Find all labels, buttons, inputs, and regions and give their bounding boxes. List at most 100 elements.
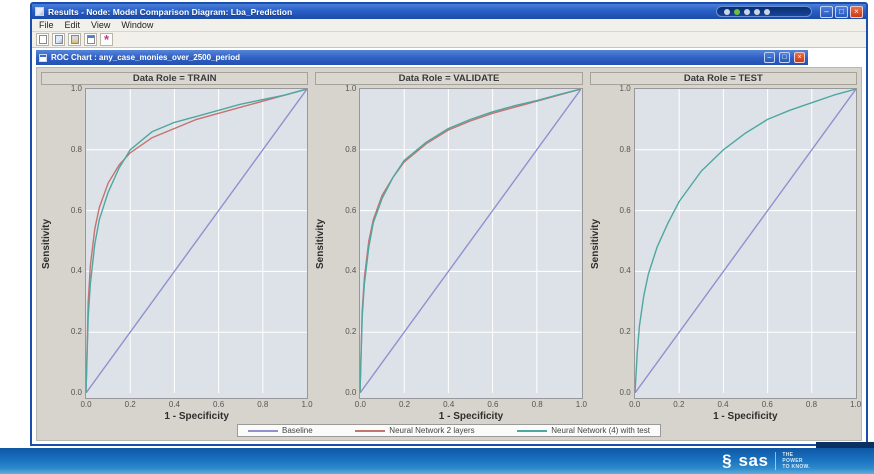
x-tick-label: 0.8 (532, 400, 543, 409)
x-tick-label: 0.0 (80, 400, 91, 409)
menu-bar: File Edit View Window (32, 19, 866, 32)
x-tick-label: 0.6 (762, 400, 773, 409)
y-tick-label: 0.8 (620, 145, 631, 154)
x-tick-label: 0.2 (399, 400, 410, 409)
panels-row: Data Role = TRAIN Sensitivity 0.00.20.40… (41, 72, 857, 419)
x-tick-label: 0.6 (487, 400, 498, 409)
y-tick-label: 0.0 (71, 388, 82, 397)
y-tick-label: 1.0 (620, 84, 631, 93)
recorder-record-button[interactable] (734, 9, 740, 15)
series-baseline (86, 89, 307, 393)
roc-chart-window-icon (39, 54, 47, 62)
plot-area-validate (359, 88, 582, 399)
legend: Baseline Neural Network 2 layers Neural … (237, 424, 661, 437)
title-bar[interactable]: Results - Node: Model Comparison Diagram… (32, 4, 866, 19)
y-tick-label: 0.2 (345, 327, 356, 336)
minimize-button[interactable]: – (820, 6, 833, 18)
x-axis-ticks: 0.00.20.40.60.81.0 (634, 399, 857, 410)
x-axis-label: 1 - Specificity (359, 410, 582, 424)
sas-tagline: THE POWER TO KNOW. (775, 452, 810, 470)
y-axis-ticks: 0.00.20.40.60.81.0 (603, 88, 634, 399)
recorder-button[interactable] (754, 9, 760, 15)
x-tick-label: 0.8 (806, 400, 817, 409)
recorder-button[interactable] (764, 9, 770, 15)
recorder-button[interactable] (724, 9, 730, 15)
recorder-button[interactable] (744, 9, 750, 15)
y-tick-label: 0.6 (345, 206, 356, 215)
roc-restore-button[interactable]: □ (779, 52, 790, 63)
sas-logo: § sas THE POWER TO KNOW. (722, 452, 810, 470)
y-axis-label: Sensitivity (590, 88, 603, 399)
sas-logo-text: sas (739, 453, 769, 469)
roc-curves-svg (86, 89, 307, 393)
copy-icon[interactable] (52, 33, 65, 46)
x-tick-label: 0.4 (169, 400, 180, 409)
toolbar: * (32, 32, 866, 48)
menu-file[interactable]: File (39, 20, 54, 30)
x-tick-label: 1.0 (850, 400, 861, 409)
x-tick-label: 0.4 (443, 400, 454, 409)
roc-curves-svg (635, 89, 856, 393)
roc-window-titlebar[interactable]: ROC Chart : any_case_monies_over_2500_pe… (36, 50, 808, 65)
y-tick-label: 0.2 (71, 327, 82, 336)
legend-line-swatch (517, 430, 547, 432)
window-title: Results - Node: Model Comparison Diagram… (48, 7, 712, 17)
x-tick-label: 0.2 (673, 400, 684, 409)
window-controls: – □ × (820, 6, 863, 18)
x-tick-label: 0.4 (717, 400, 728, 409)
maximize-button[interactable]: □ (835, 6, 848, 18)
y-tick-label: 0.0 (620, 388, 631, 397)
tagline-line: TO KNOW. (782, 464, 810, 470)
y-tick-label: 0.0 (345, 388, 356, 397)
workspace: ROC Chart : any_case_monies_over_2500_pe… (32, 48, 866, 444)
legend-item-nn4: Neural Network (4) with test (517, 426, 650, 435)
y-tick-label: 0.6 (620, 206, 631, 215)
legend-line-swatch (248, 430, 278, 432)
menu-view[interactable]: View (91, 20, 110, 30)
plot-area-test (634, 88, 857, 399)
legend-item-baseline: Baseline (248, 426, 313, 435)
results-window: Results - Node: Model Comparison Diagram… (30, 2, 868, 446)
x-tick-label: 0.0 (355, 400, 366, 409)
series-baseline (635, 89, 856, 393)
frame-icon (87, 35, 95, 44)
roc-chart-content: Data Role = TRAIN Sensitivity 0.00.20.40… (36, 67, 862, 441)
spark-icon: * (103, 35, 111, 44)
menu-edit[interactable]: Edit (65, 20, 81, 30)
y-tick-label: 0.2 (620, 327, 631, 336)
roc-close-button[interactable]: × (794, 52, 805, 63)
y-tick-label: 1.0 (71, 84, 82, 93)
y-tick-label: 0.8 (71, 145, 82, 154)
window-frame-icon[interactable] (84, 33, 97, 46)
menu-window[interactable]: Window (121, 20, 153, 30)
x-axis-ticks: 0.00.20.40.60.81.0 (85, 399, 308, 410)
roc-panel-train: Data Role = TRAIN Sensitivity 0.00.20.40… (41, 72, 308, 419)
roc-window-title: ROC Chart : any_case_monies_over_2500_pe… (51, 53, 760, 62)
y-tick-label: 0.4 (71, 266, 82, 275)
legend-label: Baseline (282, 426, 313, 435)
x-tick-label: 1.0 (576, 400, 587, 409)
x-axis-label: 1 - Specificity (85, 410, 308, 424)
print-icon[interactable] (68, 33, 81, 46)
y-tick-label: 1.0 (345, 84, 356, 93)
recorder-overlay[interactable] (716, 6, 812, 17)
y-axis-label: Sensitivity (41, 88, 54, 399)
legend-label: Neural Network (4) with test (551, 426, 650, 435)
new-document-icon[interactable] (36, 33, 49, 46)
y-axis-ticks: 0.00.20.40.60.81.0 (328, 88, 359, 399)
roc-panel-validate: Data Role = VALIDATE Sensitivity 0.00.20… (315, 72, 582, 419)
run-icon[interactable]: * (100, 33, 113, 46)
y-tick-label: 0.6 (71, 206, 82, 215)
copy-page-icon (55, 35, 63, 44)
sas-swirl-icon: § (722, 453, 731, 469)
printer-icon (71, 35, 79, 44)
series-baseline (360, 89, 581, 393)
y-tick-label: 0.4 (345, 266, 356, 275)
legend-line-swatch (355, 430, 385, 432)
legend-label: Neural Network 2 layers (389, 426, 474, 435)
roc-minimize-button[interactable]: – (764, 52, 775, 63)
x-tick-label: 0.0 (629, 400, 640, 409)
y-tick-label: 0.8 (345, 145, 356, 154)
close-button[interactable]: × (850, 6, 863, 18)
y-axis-label: Sensitivity (315, 88, 328, 399)
